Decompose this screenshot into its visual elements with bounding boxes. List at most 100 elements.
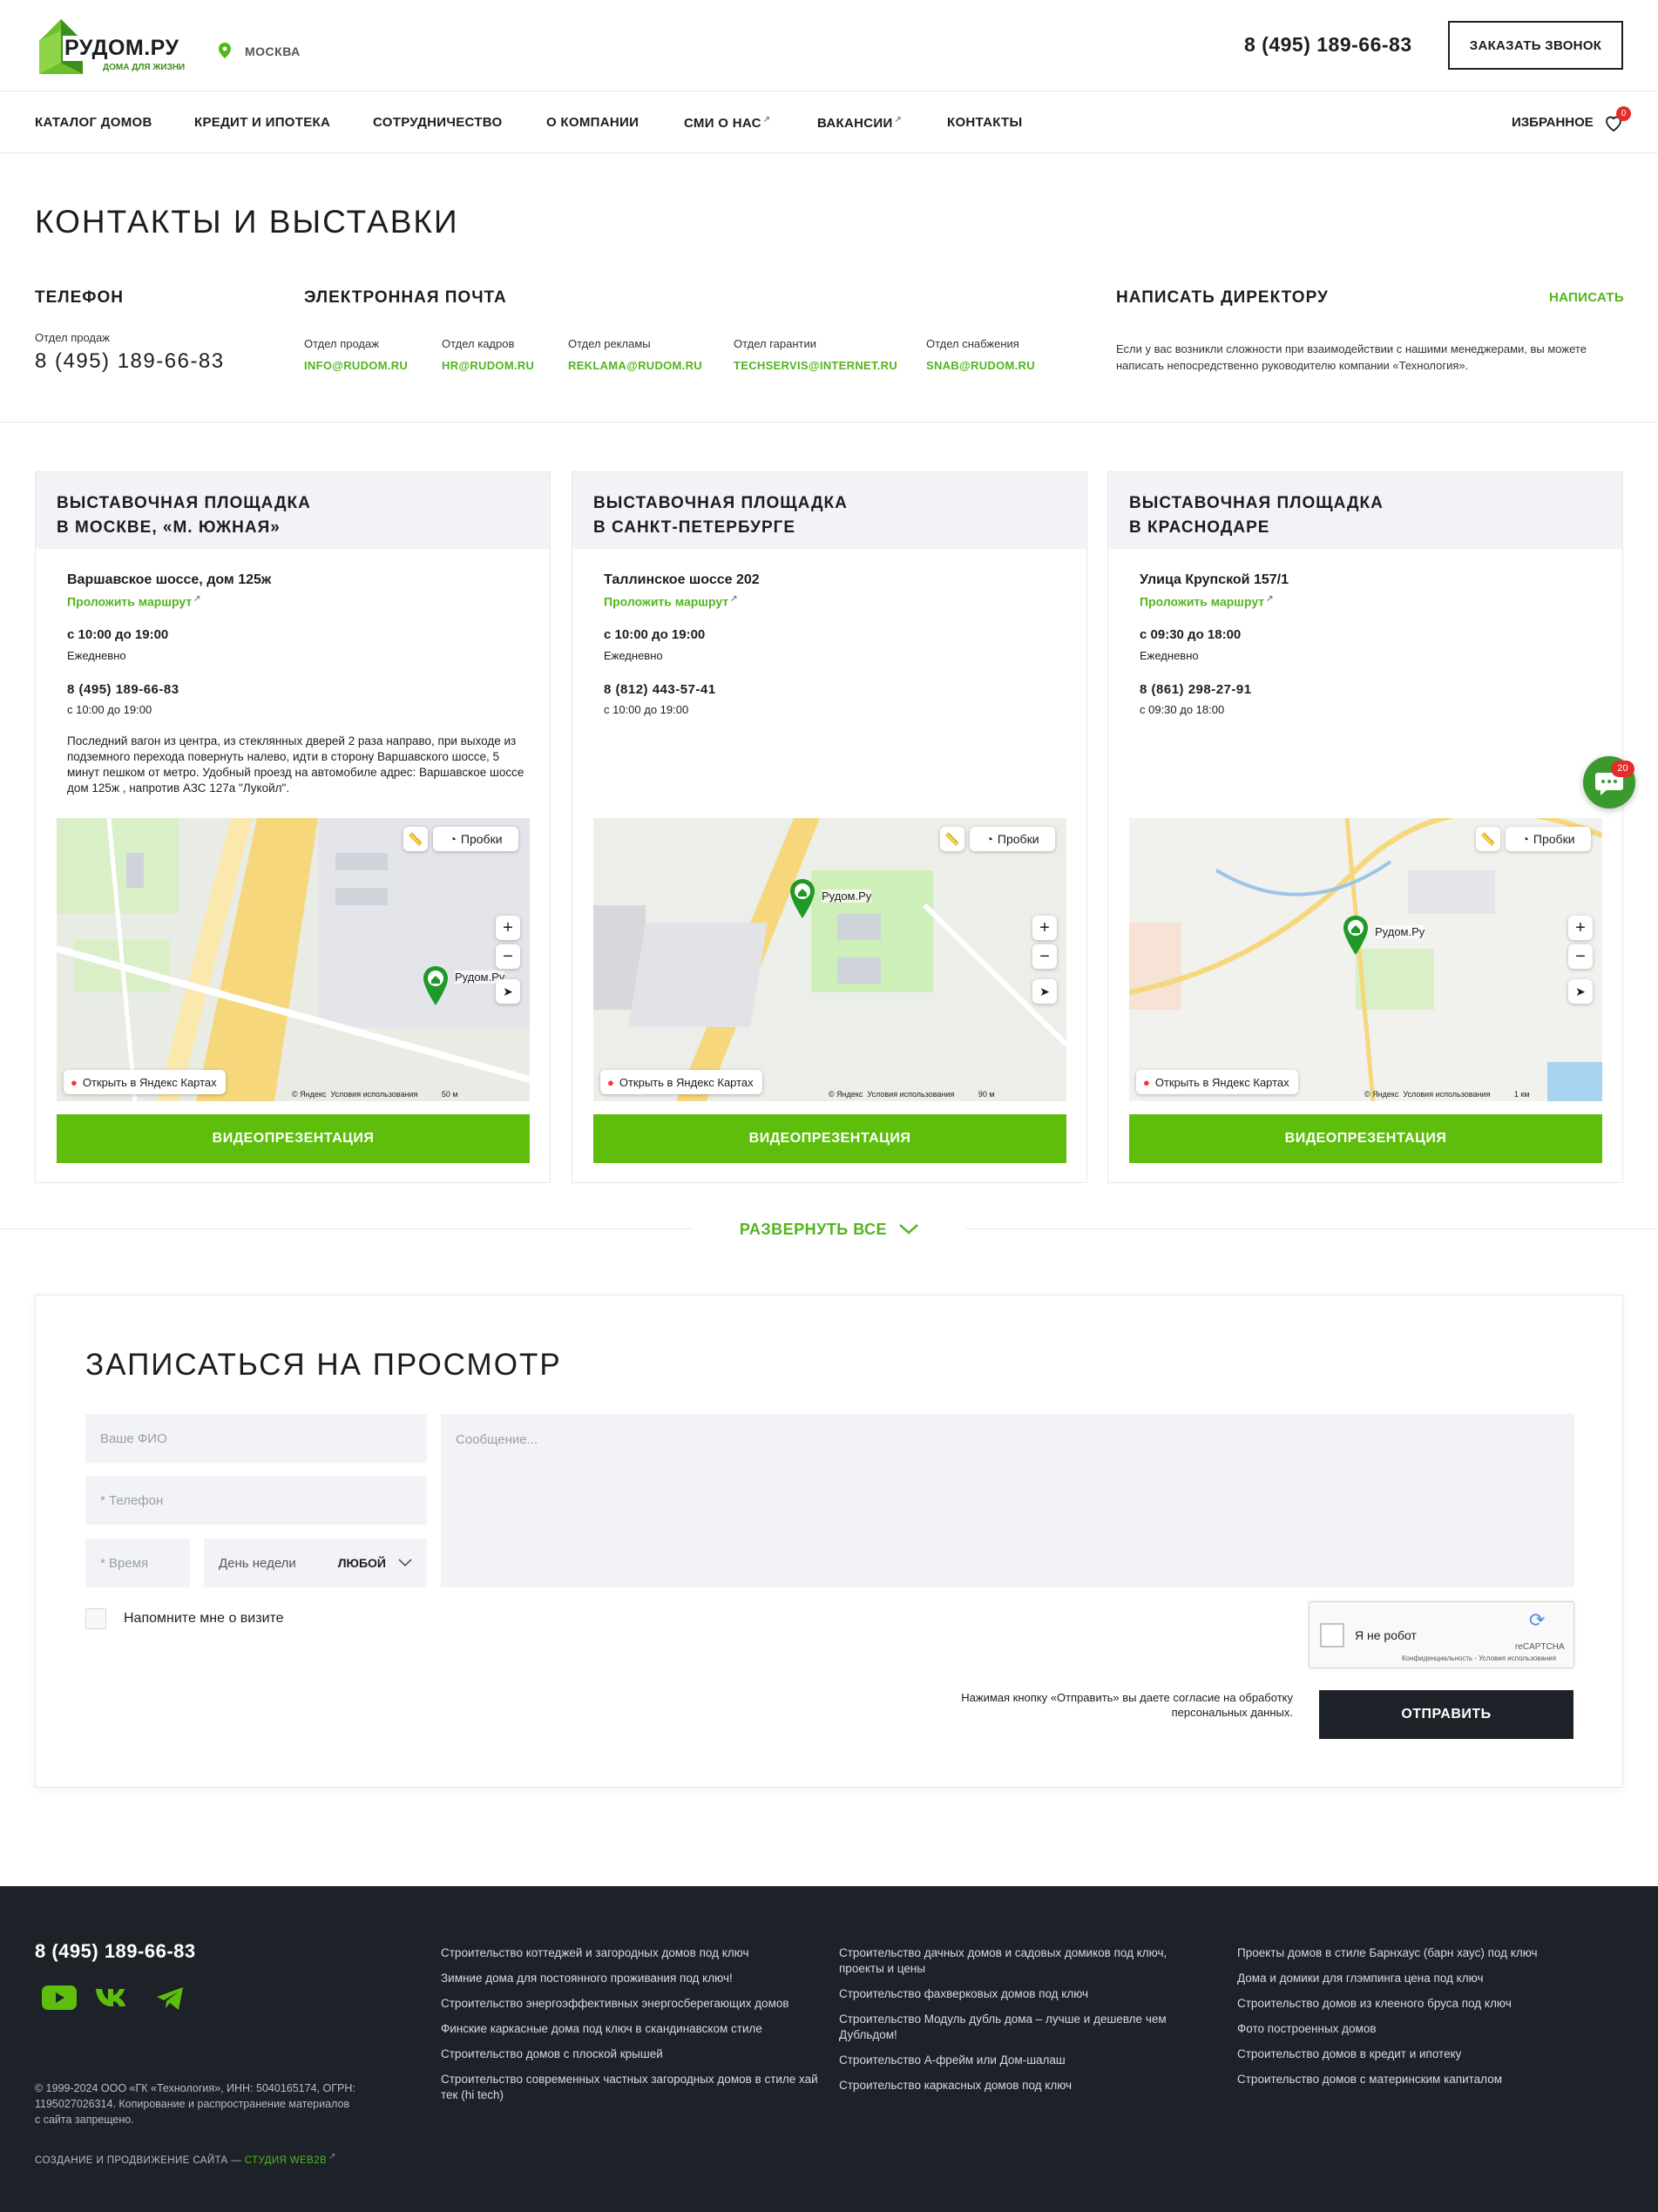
recaptcha-widget: Я не робот ⟳ reCAPTCHA Конфиденциальност… [1309, 1601, 1574, 1668]
map-pin-icon[interactable] [789, 879, 815, 918]
nav-vacancies[interactable]: ВАКАНСИИ ↗ [817, 115, 902, 131]
exhibition-card-spb: ВЫСТАВОЧНАЯ ПЛОЩАДКА В САНКТ-ПЕТЕРБУРГЕ Т… [572, 471, 1087, 1183]
footer-link[interactable]: Фото построенных домов [1237, 2021, 1621, 2037]
ruler-icon[interactable]: 📏 [1476, 827, 1500, 851]
telegram-icon[interactable] [155, 1985, 185, 2012]
footer-link[interactable]: Строительство домов в кредит и ипотеку [1237, 2046, 1621, 2062]
email-label-warranty: Отдел гарантии [734, 337, 817, 350]
route-link[interactable]: Проложить маршрут ↗ [67, 594, 201, 609]
ruler-icon[interactable]: 📏 [940, 827, 964, 851]
zoom-in-button[interactable]: + [496, 916, 520, 940]
email-warranty[interactable]: TECHSERVIS@INTERNET.RU [734, 359, 897, 372]
nav-about[interactable]: О КОМПАНИИ [546, 115, 639, 130]
recaptcha-terms[interactable]: Конфиденциальность - Условия использован… [1402, 1654, 1556, 1662]
studio-link[interactable]: СТУДИЯ WEB2B [245, 2155, 327, 2166]
map-pin-icon[interactable] [1343, 916, 1369, 955]
geolocation-icon[interactable]: ➤ [1032, 979, 1057, 1004]
favorites-link[interactable]: ИЗБРАННОЕ [1512, 115, 1594, 130]
video-presentation-button[interactable]: ВИДЕОПРЕЗЕНТАЦИЯ [1129, 1114, 1602, 1163]
terms-link[interactable]: Условия использования [1403, 1090, 1490, 1099]
footer-link[interactable]: Строительство энергоэффективных энергосб… [441, 1996, 824, 2012]
email-ads[interactable]: REKLAMA@RUDOM.RU [568, 359, 702, 372]
card-title-line1: ВЫСТАВОЧНАЯ ПЛОЩАДКА [57, 494, 311, 512]
map-pin-icon[interactable] [423, 966, 449, 1005]
name-input[interactable]: Ваше ФИО [85, 1414, 427, 1463]
footer-link[interactable]: Строительство домов из клееного бруса по… [1237, 1996, 1621, 2012]
video-presentation-button[interactable]: ВИДЕОПРЕЗЕНТАЦИЯ [57, 1114, 530, 1163]
footer-link[interactable]: Строительство Модуль дубль дома – лучше … [839, 2012, 1209, 2043]
footer-link[interactable]: Строительство А-фрейм или Дом-шалаш [839, 2053, 1209, 2068]
nav-credit[interactable]: КРЕДИТ И ИПОТЕКА [194, 115, 330, 130]
footer-link[interactable]: Проекты домов в стиле Барнхаус (барн хау… [1237, 1945, 1621, 1961]
footer-link[interactable]: Строительство домов с материнским капита… [1237, 2072, 1621, 2087]
email-supply[interactable]: SNAB@RUDOM.RU [926, 359, 1035, 372]
footer-link[interactable]: Строительство коттеджей и загородных дом… [441, 1945, 824, 1961]
write-director-link[interactable]: НАПИСАТЬ [1549, 290, 1624, 305]
footer-link[interactable]: Строительство дачных домов и садовых дом… [839, 1945, 1209, 1977]
footer-link[interactable]: Строительство домов с плоской крышей [441, 2046, 824, 2062]
ruler-icon[interactable]: 📏 [403, 827, 428, 851]
footer-link[interactable]: Строительство современных частных загоро… [441, 2072, 824, 2103]
card-title-line1: ВЫСТАВОЧНАЯ ПЛОЩАДКА [1129, 494, 1384, 512]
phone-input[interactable]: * Телефон [85, 1476, 427, 1525]
remind-checkbox[interactable] [85, 1608, 106, 1629]
terms-link[interactable]: Условия использования [330, 1090, 417, 1099]
youtube-icon[interactable] [42, 1985, 77, 2010]
city-selector[interactable]: МОСКВА [245, 44, 301, 58]
open-yandex-maps-button[interactable]: ● Открыть в Яндекс Картах [1136, 1070, 1298, 1094]
open-yandex-maps-button[interactable]: ● Открыть в Яндекс Картах [600, 1070, 762, 1094]
logo-tagline: ДОМА ДЛЯ ЖИЗНИ [103, 63, 186, 72]
video-presentation-button[interactable]: ВИДЕОПРЕЗЕНТАЦИЯ [593, 1114, 1066, 1163]
vk-icon[interactable] [94, 1985, 132, 2010]
email-label-ads: Отдел рекламы [568, 337, 651, 350]
zoom-in-button[interactable]: + [1568, 916, 1593, 940]
footer-link[interactable]: Дома и домики для глэмпинга цена под клю… [1237, 1971, 1621, 1986]
site-logo[interactable]: РУДОМ.РУ ДОМА ДЛЯ ЖИЗНИ [35, 15, 192, 76]
header-phone[interactable]: 8 (495) 189-66-83 [1244, 33, 1412, 57]
order-call-button[interactable]: ЗАКАЗАТЬ ЗВОНОК [1448, 21, 1623, 70]
footer-link[interactable]: Строительство фахверковых домов под ключ [839, 1986, 1209, 2002]
traffic-button[interactable]: ◔ Пробки [970, 827, 1055, 851]
open-yandex-maps-button[interactable]: ● Открыть в Яндекс Картах [64, 1070, 226, 1094]
yandex-map-spb[interactable]: Рудом.Ру 📏 ◔ Пробки + − ➤ ● Открыть в Янде… [593, 818, 1066, 1101]
footer-link[interactable]: Строительство каркасных домов под ключ [839, 2078, 1209, 2094]
time-input[interactable]: * Время [85, 1539, 190, 1587]
traffic-icon: ◔ [1521, 832, 1529, 846]
nav-media[interactable]: СМИ О НАС ↗ [684, 115, 770, 131]
chevron-down-icon [899, 1224, 918, 1235]
card-phone[interactable]: 8 (861) 298-27-91 [1140, 682, 1252, 697]
route-link[interactable]: Проложить маршрут ↗ [1140, 594, 1274, 609]
nav-cooperation[interactable]: СОТРУДНИЧЕСТВО [373, 115, 502, 130]
submit-button[interactable]: ОТПРАВИТЬ [1319, 1690, 1573, 1739]
geolocation-icon[interactable]: ➤ [496, 979, 520, 1004]
card-phone[interactable]: 8 (495) 189-66-83 [67, 682, 179, 697]
consent-text: Нажимая кнопку «Отправить» вы даете согл… [961, 1691, 1293, 1719]
traffic-button[interactable]: ◔ Пробки [433, 827, 518, 851]
zoom-out-button[interactable]: − [1032, 944, 1057, 969]
weekday-select[interactable]: День недели ЛЮБОЙ [204, 1539, 427, 1587]
footer-link[interactable]: Финские каркасные дома под ключ в сканди… [441, 2021, 824, 2037]
email-hr[interactable]: HR@RUDOM.RU [442, 359, 534, 372]
zoom-out-button[interactable]: − [1568, 944, 1593, 969]
card-hours: с 10:00 до 19:00 [604, 627, 706, 642]
yandex-map-krasnodar[interactable]: Рудом.Ру 📏 ◔ Пробки + − ➤ ● Открыть в Янде… [1129, 818, 1602, 1101]
message-textarea[interactable]: Сообщение... [441, 1414, 1574, 1587]
email-sales[interactable]: INFO@RUDOM.RU [304, 359, 408, 372]
nav-contacts[interactable]: КОНТАКТЫ [947, 115, 1022, 130]
sales-phone[interactable]: 8 (495) 189-66-83 [35, 349, 225, 374]
card-phone[interactable]: 8 (812) 443-57-41 [604, 682, 716, 697]
footer-link[interactable]: Зимние дома для постоянного проживания п… [441, 1971, 824, 1986]
route-label: Проложить маршрут [67, 594, 193, 609]
zoom-out-button[interactable]: − [496, 944, 520, 969]
geolocation-icon[interactable]: ➤ [1568, 979, 1593, 1004]
traffic-button[interactable]: ◔ Пробки [1506, 827, 1591, 851]
nav-catalog[interactable]: КАТАЛОГ ДОМОВ [35, 115, 152, 130]
expand-all-button[interactable]: РАЗВЕРНУТЬ ВСЕ [693, 1216, 965, 1242]
route-link[interactable]: Проложить маршрут ↗ [604, 594, 738, 609]
terms-link[interactable]: Условия использования [867, 1090, 954, 1099]
zoom-in-button[interactable]: + [1032, 916, 1057, 940]
recaptcha-brand: reCAPTCHA [1515, 1642, 1565, 1652]
recaptcha-checkbox[interactable] [1320, 1623, 1344, 1647]
yandex-map-moscow[interactable]: Рудом.Ру 📏 ◔ Пробки + − ➤ ● Открыть в Янде… [57, 818, 530, 1101]
footer-phone[interactable]: 8 (495) 189-66-83 [35, 1940, 196, 1963]
